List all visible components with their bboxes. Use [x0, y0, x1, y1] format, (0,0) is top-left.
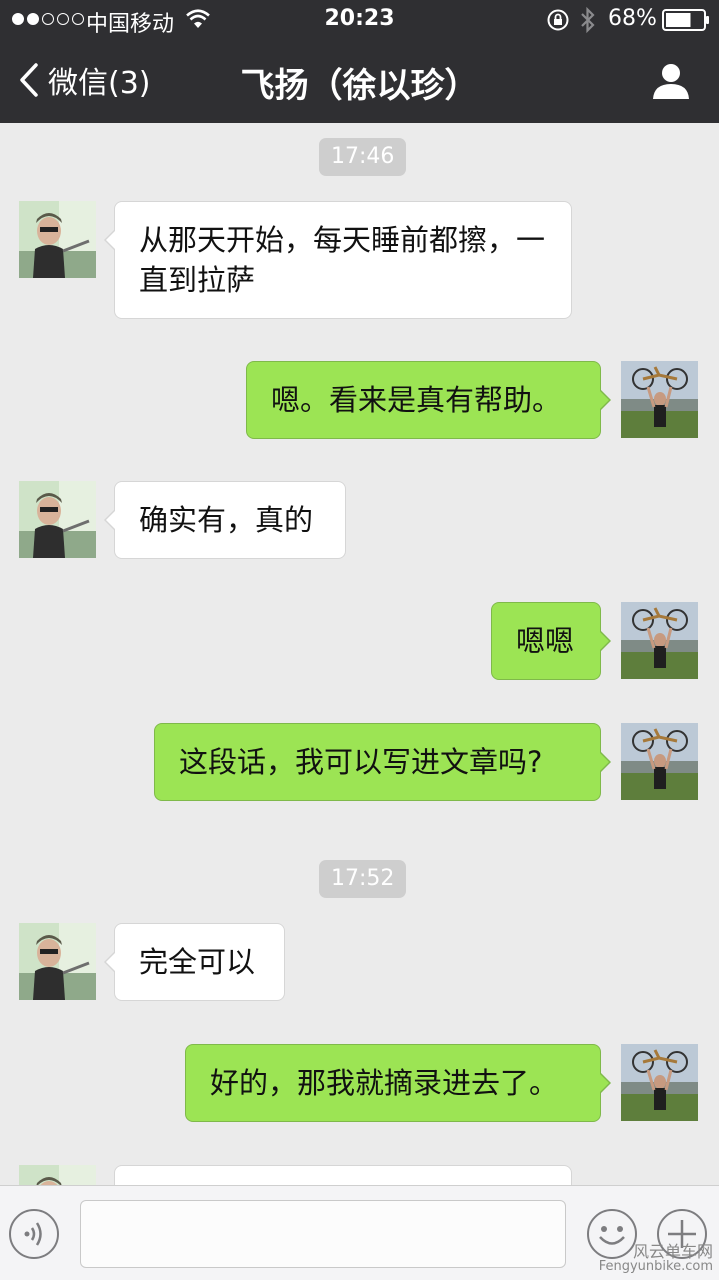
contact-avatar-image [19, 201, 96, 278]
message-incoming[interactable]: 从那天开始，每天睡前都擦，一直到拉萨 [104, 201, 572, 319]
message-outgoing[interactable]: 嗯嗯 [491, 602, 611, 680]
message-outgoing[interactable]: 好的，那我就摘录进去了。 [185, 1044, 611, 1122]
message-outgoing[interactable]: 这段话，我可以写进文章吗? [154, 723, 611, 801]
person-icon[interactable] [652, 62, 690, 100]
battery-icon [662, 9, 709, 31]
contact-avatar[interactable] [19, 481, 96, 558]
bluetooth-icon [581, 6, 595, 34]
message-outgoing[interactable]: 嗯。看来是真有帮助。 [246, 361, 611, 439]
my-avatar-image [621, 361, 698, 438]
battery-percent: 68% [608, 6, 657, 31]
top-bar: 中国移动 20:23 68% 微信(3) 飞扬（徐以珍） [0, 0, 719, 123]
rotation-lock-icon [547, 9, 569, 31]
my-avatar[interactable] [621, 602, 698, 679]
my-avatar[interactable] [621, 1044, 698, 1121]
chat-title: 飞扬（徐以珍） [240, 66, 479, 106]
input-bar: 风云单车网 Fengyunbike.com [0, 1185, 719, 1280]
contact-avatar-image [19, 1165, 96, 1185]
time-badge: 17:52 [319, 860, 407, 898]
contact-avatar[interactable] [19, 923, 96, 1000]
voice-icon[interactable] [8, 1208, 60, 1260]
my-avatar-image [621, 1044, 698, 1121]
message-incoming[interactable]: 完全可以 [104, 923, 285, 1001]
my-avatar-image [621, 723, 698, 800]
message-input[interactable] [80, 1200, 566, 1268]
message-incoming[interactable]: 确实有，真的 [104, 481, 346, 559]
contact-avatar-image [19, 923, 96, 1000]
my-avatar-image [621, 602, 698, 679]
my-avatar[interactable] [621, 361, 698, 438]
chat-area: 17:46 从那天开始，每天睡前都擦，一直到拉萨 嗯。看来是真有帮助。 确实有，… [0, 123, 719, 1185]
contact-avatar[interactable] [19, 201, 96, 278]
watermark: 风云单车网 Fengyunbike.com [598, 1242, 713, 1275]
my-avatar[interactable] [621, 723, 698, 800]
message-incoming[interactable] [114, 1165, 572, 1185]
contact-avatar-image [19, 481, 96, 558]
contact-avatar[interactable] [19, 1165, 96, 1185]
status-bar: 中国移动 20:23 68% [0, 0, 719, 40]
nav-bar: 微信(3) 飞扬（徐以珍） [0, 40, 719, 123]
watermark-line-1: 风云单车网 [632, 1242, 713, 1261]
watermark-line-2: Fengyunbike.com [598, 1259, 713, 1274]
time-badge: 17:46 [319, 138, 407, 176]
